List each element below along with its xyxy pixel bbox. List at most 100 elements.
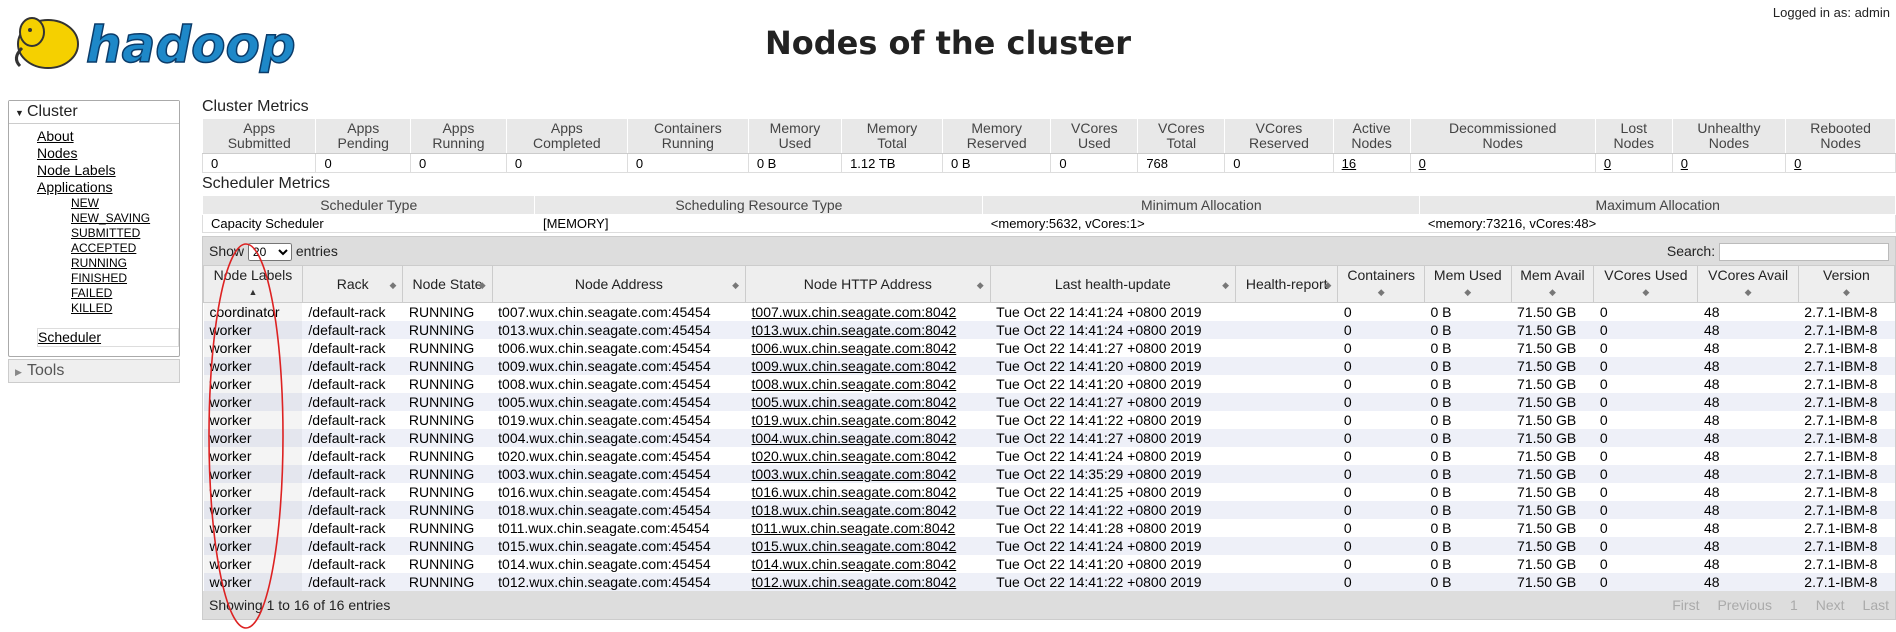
node-http-address-link[interactable]: t009.wux.chin.seagate.com:8042 [752, 358, 957, 374]
cluster-metric-value: 0 [315, 153, 411, 173]
pager-previous[interactable]: Previous [1717, 597, 1771, 613]
node-http-address-link[interactable]: t006.wux.chin.seagate.com:8042 [752, 340, 957, 356]
node-http-address-link[interactable]: t018.wux.chin.seagate.com:8042 [752, 502, 957, 518]
node-http-address-link[interactable]: t011.wux.chin.seagate.com:8042 [752, 520, 956, 536]
nav-link-app-accepted[interactable]: ACCEPTED [71, 241, 179, 256]
nav-link-about[interactable]: About [37, 128, 179, 145]
cluster-nav-header[interactable]: ▼ Cluster [9, 101, 179, 124]
column-header-label: VCores Avail [1708, 267, 1789, 283]
column-header[interactable]: Last health-update ◆ [989, 265, 1237, 303]
table-cell: 0 [1337, 447, 1425, 465]
table-cell: 2.7.1-IBM-8 [1798, 537, 1895, 555]
cluster-metric-header-line: Used [778, 135, 812, 151]
search-input[interactable] [1719, 243, 1889, 262]
pager-next[interactable]: Next [1816, 597, 1845, 613]
cluster-metric-link[interactable]: 16 [1342, 156, 1356, 171]
nav-link-app-failed[interactable]: FAILED [71, 286, 179, 301]
table-cell: /default-rack [302, 519, 403, 537]
node-http-address-link[interactable]: t007.wux.chin.seagate.com:8042 [752, 304, 957, 320]
cluster-metric-link[interactable]: 0 [1681, 156, 1688, 171]
pager-last[interactable]: Last [1863, 597, 1889, 613]
nav-link-scheduler[interactable]: Scheduler [37, 328, 179, 347]
table-cell: 0 [1337, 483, 1425, 501]
table-row: worker/default-rack RUNNING t004.wux.chin.… [203, 429, 1895, 447]
node-http-address-link[interactable]: t016.wux.chin.seagate.com:8042 [752, 484, 957, 500]
table-cell: Tue Oct 22 14:41:20 +0800 2019 [990, 357, 1236, 375]
cluster-metric-link[interactable]: 0 [1604, 156, 1611, 171]
table-cell: /default-rack [302, 537, 403, 555]
column-header[interactable]: Health-report ◆ [1235, 265, 1339, 303]
node-http-address-link[interactable]: t012.wux.chin.seagate.com:8042 [752, 574, 957, 590]
table-cell: t003.wux.chin.seagate.com:8042 [745, 465, 991, 483]
cluster-metric-header: Memory Total [841, 118, 943, 154]
column-header[interactable]: Rack ◆ [301, 265, 404, 303]
pager-1[interactable]: 1 [1790, 597, 1798, 613]
column-header[interactable]: Node HTTP Address ◆ [745, 265, 991, 303]
node-http-address-link[interactable]: t015.wux.chin.seagate.com:8042 [752, 538, 957, 554]
column-header[interactable]: VCores Avail ◆ [1697, 265, 1799, 303]
sort-both-icon: ◆ [1222, 280, 1230, 290]
scheduler-metric-header: Minimum Allocation [982, 195, 1421, 215]
table-cell: RUNNING [402, 501, 493, 519]
table-cell: 2.7.1-IBM-8 [1798, 302, 1895, 321]
nav-link-app-running[interactable]: RUNNING [71, 256, 179, 271]
table-cell: 2.7.1-IBM-8 [1798, 429, 1895, 447]
column-header[interactable]: Mem Avail ◆ [1510, 265, 1595, 303]
table-cell: /default-rack [302, 447, 403, 465]
nav-link-nodes[interactable]: Nodes [37, 145, 179, 162]
pager-first[interactable]: First [1672, 597, 1699, 613]
nav-link-applications[interactable]: Applications [37, 179, 179, 196]
table-cell: /default-rack [302, 465, 403, 483]
node-http-address-link[interactable]: t004.wux.chin.seagate.com:8042 [752, 430, 957, 446]
node-http-address-link[interactable]: t008.wux.chin.seagate.com:8042 [752, 376, 957, 392]
nav-link-app-killed[interactable]: KILLED [71, 301, 179, 316]
scheduler-metrics-header-row: Scheduler Type Scheduling Resource Type Mi… [201, 195, 1896, 215]
column-header[interactable]: Node Address ◆ [491, 265, 747, 303]
scheduler-metrics-value-row: Capacity Scheduler [MEMORY] <memory:5632, … [203, 215, 1896, 233]
table-cell: 71.50 GB [1511, 537, 1594, 555]
nav-link-node-labels[interactable]: Node Labels [37, 162, 179, 179]
node-http-address-link[interactable]: t013.wux.chin.seagate.com:8042 [752, 322, 957, 338]
column-header-label: Node State [412, 275, 483, 292]
cluster-metric-link[interactable]: 0 [1419, 156, 1426, 171]
nav-link-app-new-saving[interactable]: NEW_SAVING [71, 211, 179, 226]
node-http-address-link[interactable]: t005.wux.chin.seagate.com:8042 [752, 394, 957, 410]
nav-link-app-submitted[interactable]: SUBMITTED [71, 226, 179, 241]
column-header[interactable]: Node State ◆ [402, 265, 493, 303]
cluster-metric-link[interactable]: 0 [1794, 156, 1801, 171]
logged-in-text: Logged in as: admin [1772, 5, 1890, 20]
node-http-address-link[interactable]: t003.wux.chin.seagate.com:8042 [752, 466, 957, 482]
table-cell: t007.wux.chin.seagate.com:8042 [745, 302, 991, 321]
nodes-table-panel: Show 20 entries Search: Node Labels ▲ Rack… [202, 236, 1896, 620]
table-cell: t014.wux.chin.seagate.com:45454 [492, 555, 746, 573]
column-header[interactable]: Version ◆ [1797, 265, 1896, 303]
main-content: Cluster Metrics Apps Submitted Apps Pending… [201, 96, 1896, 620]
table-cell: 0 B [1424, 447, 1512, 465]
cluster-nav-label: Cluster [27, 103, 78, 120]
table-cell: /default-rack [302, 555, 403, 573]
tools-nav-header[interactable]: ▶ Tools [8, 359, 180, 383]
cluster-metric-header-line: Completed [532, 135, 601, 151]
table-cell: /default-rack [302, 321, 403, 339]
column-header[interactable]: VCores Used ◆ [1593, 265, 1699, 303]
table-cell: t012.wux.chin.seagate.com:8042 [745, 573, 991, 591]
sort-both-icon: ◆ [732, 280, 740, 290]
column-header[interactable]: Mem Used ◆ [1423, 265, 1512, 303]
table-cell: 0 [1593, 393, 1698, 411]
sort-both-icon: ◆ [1548, 287, 1556, 297]
node-http-address-link[interactable]: t014.wux.chin.seagate.com:8042 [752, 556, 957, 572]
table-cell: 0 B [1424, 537, 1512, 555]
table-row: worker/default-rack RUNNING t013.wux.chin.… [203, 321, 1895, 339]
pagination: First Previous 1 Next Last [1654, 591, 1889, 619]
table-cell: 0 [1593, 302, 1698, 321]
table-cell: RUNNING [402, 483, 493, 501]
nav-link-app-new[interactable]: NEW [71, 196, 179, 211]
nav-link-app-finished[interactable]: FINISHED [71, 271, 179, 286]
cluster-metric-header-line: Apps [550, 120, 583, 136]
column-header[interactable]: Containers ◆ [1337, 265, 1425, 303]
table-cell: t019.wux.chin.seagate.com:8042 [745, 411, 991, 429]
node-http-address-link[interactable]: t019.wux.chin.seagate.com:8042 [752, 412, 957, 428]
table-cell: RUNNING [402, 339, 493, 357]
node-http-address-link[interactable]: t020.wux.chin.seagate.com:8042 [752, 448, 957, 464]
scheduler-metric-header: Scheduling Resource Type [534, 195, 984, 215]
